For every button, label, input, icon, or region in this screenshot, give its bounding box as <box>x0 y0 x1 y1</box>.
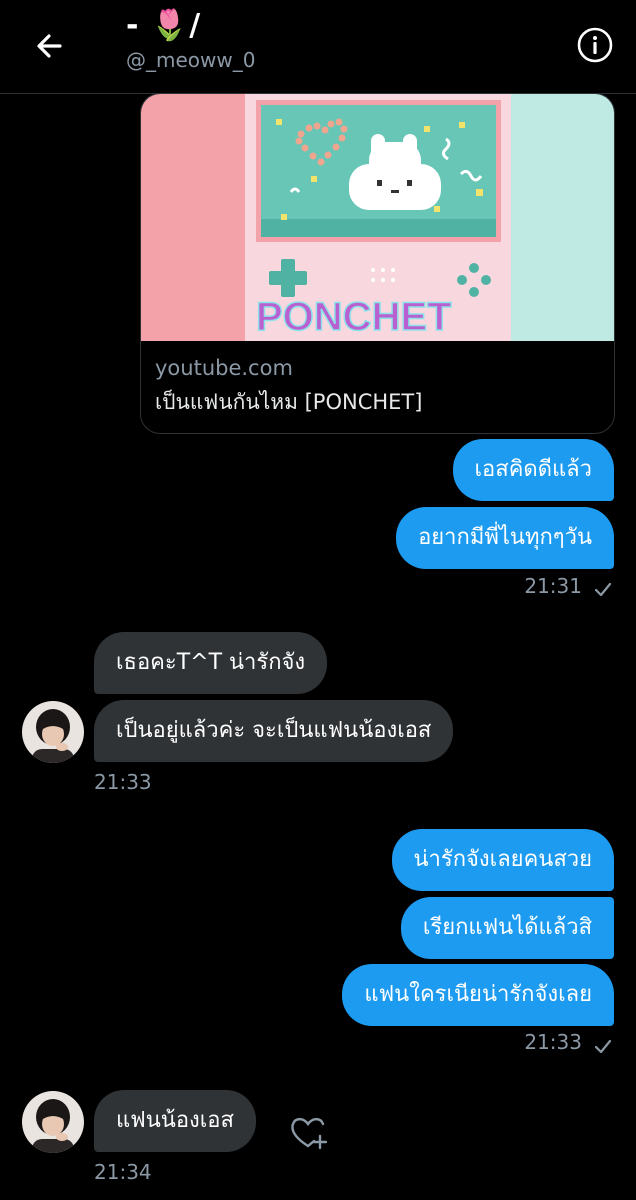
message-timestamp: 21:33 <box>94 770 152 794</box>
sent-message[interactable]: แฟนใครเนียน่ารักจังเลย <box>342 964 614 1026</box>
conversation-handle[interactable]: @_meoww_0 <box>126 48 255 72</box>
conversation-header: - 🌷/ @_meoww_0 <box>0 0 636 94</box>
avatar[interactable] <box>22 1091 84 1153</box>
avatar[interactable] <box>22 701 84 763</box>
video-thumbnail[interactable]: PONCHET <box>141 94 615 341</box>
conversation-title[interactable]: - 🌷/ <box>126 6 201 46</box>
add-reaction-icon[interactable] <box>288 1112 328 1152</box>
received-message[interactable]: แฟนน้องเอส <box>94 1090 256 1152</box>
message-timestamp: 21:33 <box>524 1030 582 1054</box>
received-message[interactable]: เธอคะT^T น่ารักจัง <box>94 632 328 694</box>
message-timestamp: 21:34 <box>94 1160 152 1184</box>
link-domain: youtube.com <box>155 356 293 380</box>
read-check-icon <box>594 1039 612 1054</box>
received-message[interactable]: เป็นอยู่แล้วค่ะ จะเป็นแฟนน้องเอส <box>94 700 454 762</box>
read-check-icon <box>594 582 612 597</box>
link-preview-card[interactable]: PONCHET youtube.com เป็นแฟนกันไหม [PONCH… <box>140 93 615 434</box>
thumbnail-logo-text: PONCHET <box>256 295 452 339</box>
sent-message[interactable]: อยากมีพี่ไนทุกๆวัน <box>396 507 614 569</box>
link-title: เป็นแฟนกันไหม [PONCHET] <box>155 390 423 414</box>
back-arrow-icon[interactable] <box>30 26 70 66</box>
sent-message[interactable]: เอสคิดดีแล้ว <box>452 439 614 501</box>
info-icon[interactable] <box>576 26 614 64</box>
sent-message[interactable]: เรียกแฟนได้แล้วสิ <box>400 897 614 959</box>
sent-message[interactable]: น่ารักจังเลยคนสวย <box>391 829 614 891</box>
message-timestamp: 21:31 <box>524 574 582 598</box>
